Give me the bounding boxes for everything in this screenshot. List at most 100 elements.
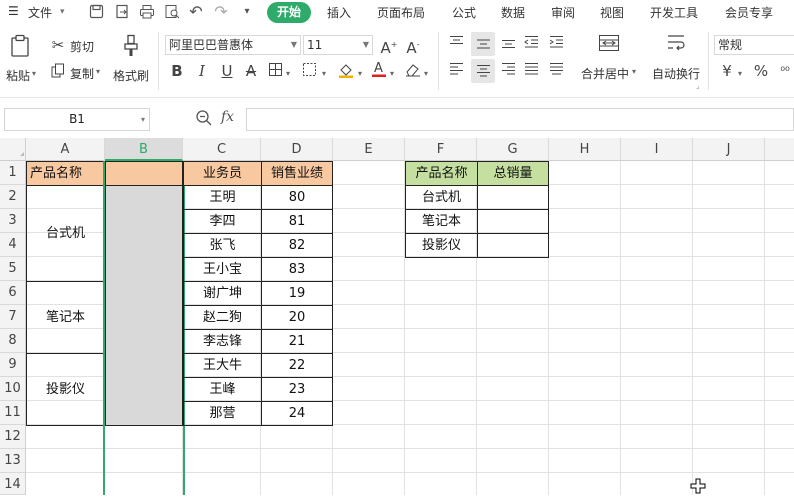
font-color-dropdown-icon[interactable]: ▾ [390, 69, 394, 78]
tab-home[interactable]: 开始 [267, 2, 311, 23]
decrease-font-icon[interactable]: A- [404, 36, 422, 57]
row-header-3[interactable]: 3 [0, 209, 26, 233]
tab-insert[interactable]: 插入 [327, 4, 351, 21]
cut-button[interactable]: 剪切 [70, 38, 94, 55]
sales-cell[interactable]: 21 [261, 329, 333, 354]
summary-product-cell[interactable]: 笔记本 [405, 209, 478, 234]
cell-style-icon[interactable] [300, 62, 318, 81]
column-header-a[interactable]: A [26, 138, 105, 161]
clear-format-icon[interactable] [404, 62, 422, 81]
tab-developer[interactable]: 开发工具 [650, 4, 698, 21]
copy-button[interactable]: 复制 [70, 65, 94, 82]
align-top-icon[interactable] [447, 35, 465, 53]
print-preview-icon[interactable] [164, 4, 180, 20]
sales-cell[interactable]: 20 [261, 305, 333, 330]
header-cell-salesperson[interactable]: 业务员 [183, 161, 262, 186]
summary-product-cell[interactable]: 投影仪 [405, 233, 478, 258]
comma-style-icon[interactable]: ⁰⁰ [776, 62, 794, 80]
bold-icon[interactable]: B [168, 62, 186, 80]
sales-cell[interactable]: 22 [261, 353, 333, 378]
row-header-11[interactable]: 11 [0, 401, 26, 425]
percent-icon[interactable]: % [752, 62, 770, 80]
increase-indent-icon[interactable] [547, 35, 565, 53]
salesperson-cell[interactable]: 李四 [183, 209, 262, 234]
row-header-13[interactable]: 13 [0, 449, 26, 473]
format-painter-icon[interactable] [120, 34, 142, 58]
merged-cell-product[interactable]: 投影仪 [26, 353, 105, 426]
row-header-1[interactable]: 1 [0, 161, 26, 185]
column-header-k[interactable] [765, 138, 794, 161]
paste-icon[interactable] [8, 34, 32, 58]
header-cell-product-summary[interactable]: 产品名称 [405, 161, 478, 186]
name-box[interactable]: B1 ▾ [4, 108, 150, 131]
decrease-indent-icon[interactable] [522, 35, 540, 53]
underline-icon[interactable]: U [218, 62, 236, 80]
column-header-g[interactable]: G [477, 138, 549, 161]
hamburger-icon[interactable]: ☰ [8, 4, 19, 18]
menu-file[interactable]: 文件 [28, 4, 52, 21]
sales-cell[interactable]: 23 [261, 377, 333, 402]
align-right-icon[interactable] [499, 62, 517, 80]
alignment-dialog-icon[interactable]: ⌟ [696, 81, 700, 90]
formula-input[interactable] [246, 108, 794, 131]
borders-icon[interactable] [266, 62, 284, 81]
wrap-text-button[interactable]: 自动换行 [652, 65, 700, 82]
tab-view[interactable]: 视图 [600, 4, 624, 21]
currency-dropdown-icon[interactable]: ▾ [738, 69, 742, 78]
wrap-text-icon[interactable] [664, 34, 688, 58]
column-header-b[interactable]: B [105, 138, 183, 161]
header-cell-total-sales[interactable]: 总销量 [477, 161, 549, 186]
align-middle-icon[interactable] [471, 32, 495, 56]
sales-cell[interactable]: 83 [261, 257, 333, 282]
row-header-10[interactable]: 10 [0, 377, 26, 401]
sales-cell[interactable]: 80 [261, 185, 333, 210]
column-header-d[interactable]: D [261, 138, 333, 161]
salesperson-cell[interactable]: 那营 [183, 401, 262, 426]
scissors-icon[interactable]: ✂ [50, 36, 66, 54]
chevron-down-icon[interactable]: ▾ [141, 109, 145, 130]
select-all-corner[interactable] [0, 138, 26, 161]
merge-center-button[interactable]: 合并居中 [581, 65, 629, 82]
distributed-icon[interactable] [547, 62, 565, 80]
tab-formulas[interactable]: 公式 [452, 4, 476, 21]
zoom-icon[interactable] [195, 109, 213, 127]
merged-cell-product[interactable]: 台式机 [26, 185, 105, 282]
print-icon[interactable] [139, 4, 155, 20]
sales-cell[interactable]: 19 [261, 281, 333, 306]
tab-membership[interactable]: 会员专享 [725, 4, 773, 21]
summary-total-cell[interactable] [477, 185, 549, 210]
row-header-5[interactable]: 5 [0, 257, 26, 281]
row-header-12[interactable]: 12 [0, 425, 26, 449]
row-header-8[interactable]: 8 [0, 329, 26, 353]
column-header-h[interactable]: H [549, 138, 621, 161]
font-color-icon[interactable]: A [370, 60, 388, 82]
fill-color-icon[interactable] [337, 62, 355, 82]
copy-dropdown-icon[interactable]: ▾ [96, 67, 100, 76]
align-left-icon[interactable] [447, 62, 465, 80]
redo-icon[interactable]: ↷ [213, 4, 229, 20]
cell-style-dropdown-icon[interactable]: ▾ [322, 69, 326, 78]
row-header-7[interactable]: 7 [0, 305, 26, 329]
paste-dropdown-icon[interactable]: ▾ [32, 69, 36, 78]
summary-total-cell[interactable] [477, 209, 549, 234]
row-header-6[interactable]: 6 [0, 281, 26, 305]
italic-icon[interactable]: I [193, 62, 211, 80]
column-header-f[interactable]: F [405, 138, 477, 161]
merge-dropdown-icon[interactable]: ▾ [632, 67, 636, 76]
merged-cell-product[interactable]: 笔记本 [26, 281, 105, 354]
sales-cell[interactable]: 81 [261, 209, 333, 234]
undo-icon[interactable]: ↶ [188, 4, 204, 20]
column-header-c[interactable]: C [183, 138, 261, 161]
column-header-e[interactable]: E [333, 138, 405, 161]
sales-cell[interactable]: 24 [261, 401, 333, 426]
column-header-j[interactable]: J [693, 138, 765, 161]
salesperson-cell[interactable]: 谢广坤 [183, 281, 262, 306]
summary-total-cell[interactable] [477, 233, 549, 258]
merge-center-icon[interactable] [597, 34, 621, 58]
row-header-14[interactable]: 14 [0, 473, 26, 495]
header-cell-product[interactable]: 产品名称 [26, 161, 105, 186]
currency-icon[interactable]: ¥ [718, 62, 736, 80]
increase-font-icon[interactable]: A+ [380, 36, 398, 57]
number-format-select[interactable]: 常规 [714, 35, 794, 55]
column-header-i[interactable]: I [621, 138, 693, 161]
